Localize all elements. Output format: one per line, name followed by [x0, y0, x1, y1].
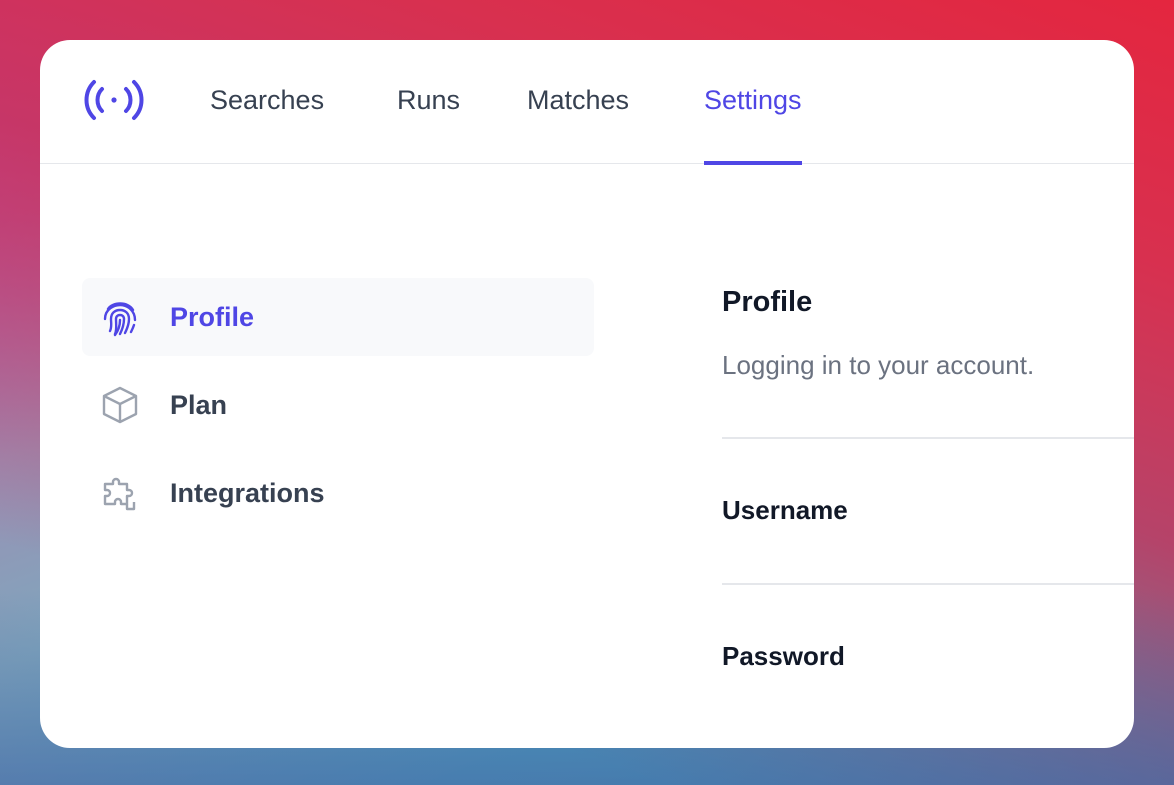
broadcast-signal-icon[interactable]	[83, 78, 145, 122]
username-label: Username	[722, 495, 848, 525]
sidebar-item-label: Profile	[170, 302, 255, 332]
top-navigation: Searches Runs Matches Settings	[40, 40, 1134, 165]
tab-runs[interactable]: Runs	[397, 40, 460, 164]
tab-matches[interactable]: Matches	[527, 40, 629, 164]
section-description: Logging in to your account.	[722, 350, 1035, 380]
sidebar-item-integrations[interactable]: Integrations	[82, 454, 594, 532]
sidebar-item-plan[interactable]: Plan	[82, 366, 594, 444]
divider	[722, 437, 1134, 439]
fingerprint-icon	[100, 297, 140, 337]
password-label: Password	[722, 641, 845, 671]
sidebar-item-label: Integrations	[170, 478, 325, 508]
sidebar-item-profile[interactable]: Profile	[82, 278, 594, 356]
cube-icon	[100, 385, 140, 425]
puzzle-piece-icon	[100, 473, 140, 513]
tab-settings[interactable]: Settings	[704, 40, 802, 165]
sidebar-item-label: Plan	[170, 390, 228, 420]
section-title: Profile	[722, 286, 813, 318]
settings-window: Searches Runs Matches Settings Profile P…	[40, 40, 1134, 748]
tab-searches[interactable]: Searches	[210, 40, 324, 164]
divider	[722, 583, 1134, 585]
